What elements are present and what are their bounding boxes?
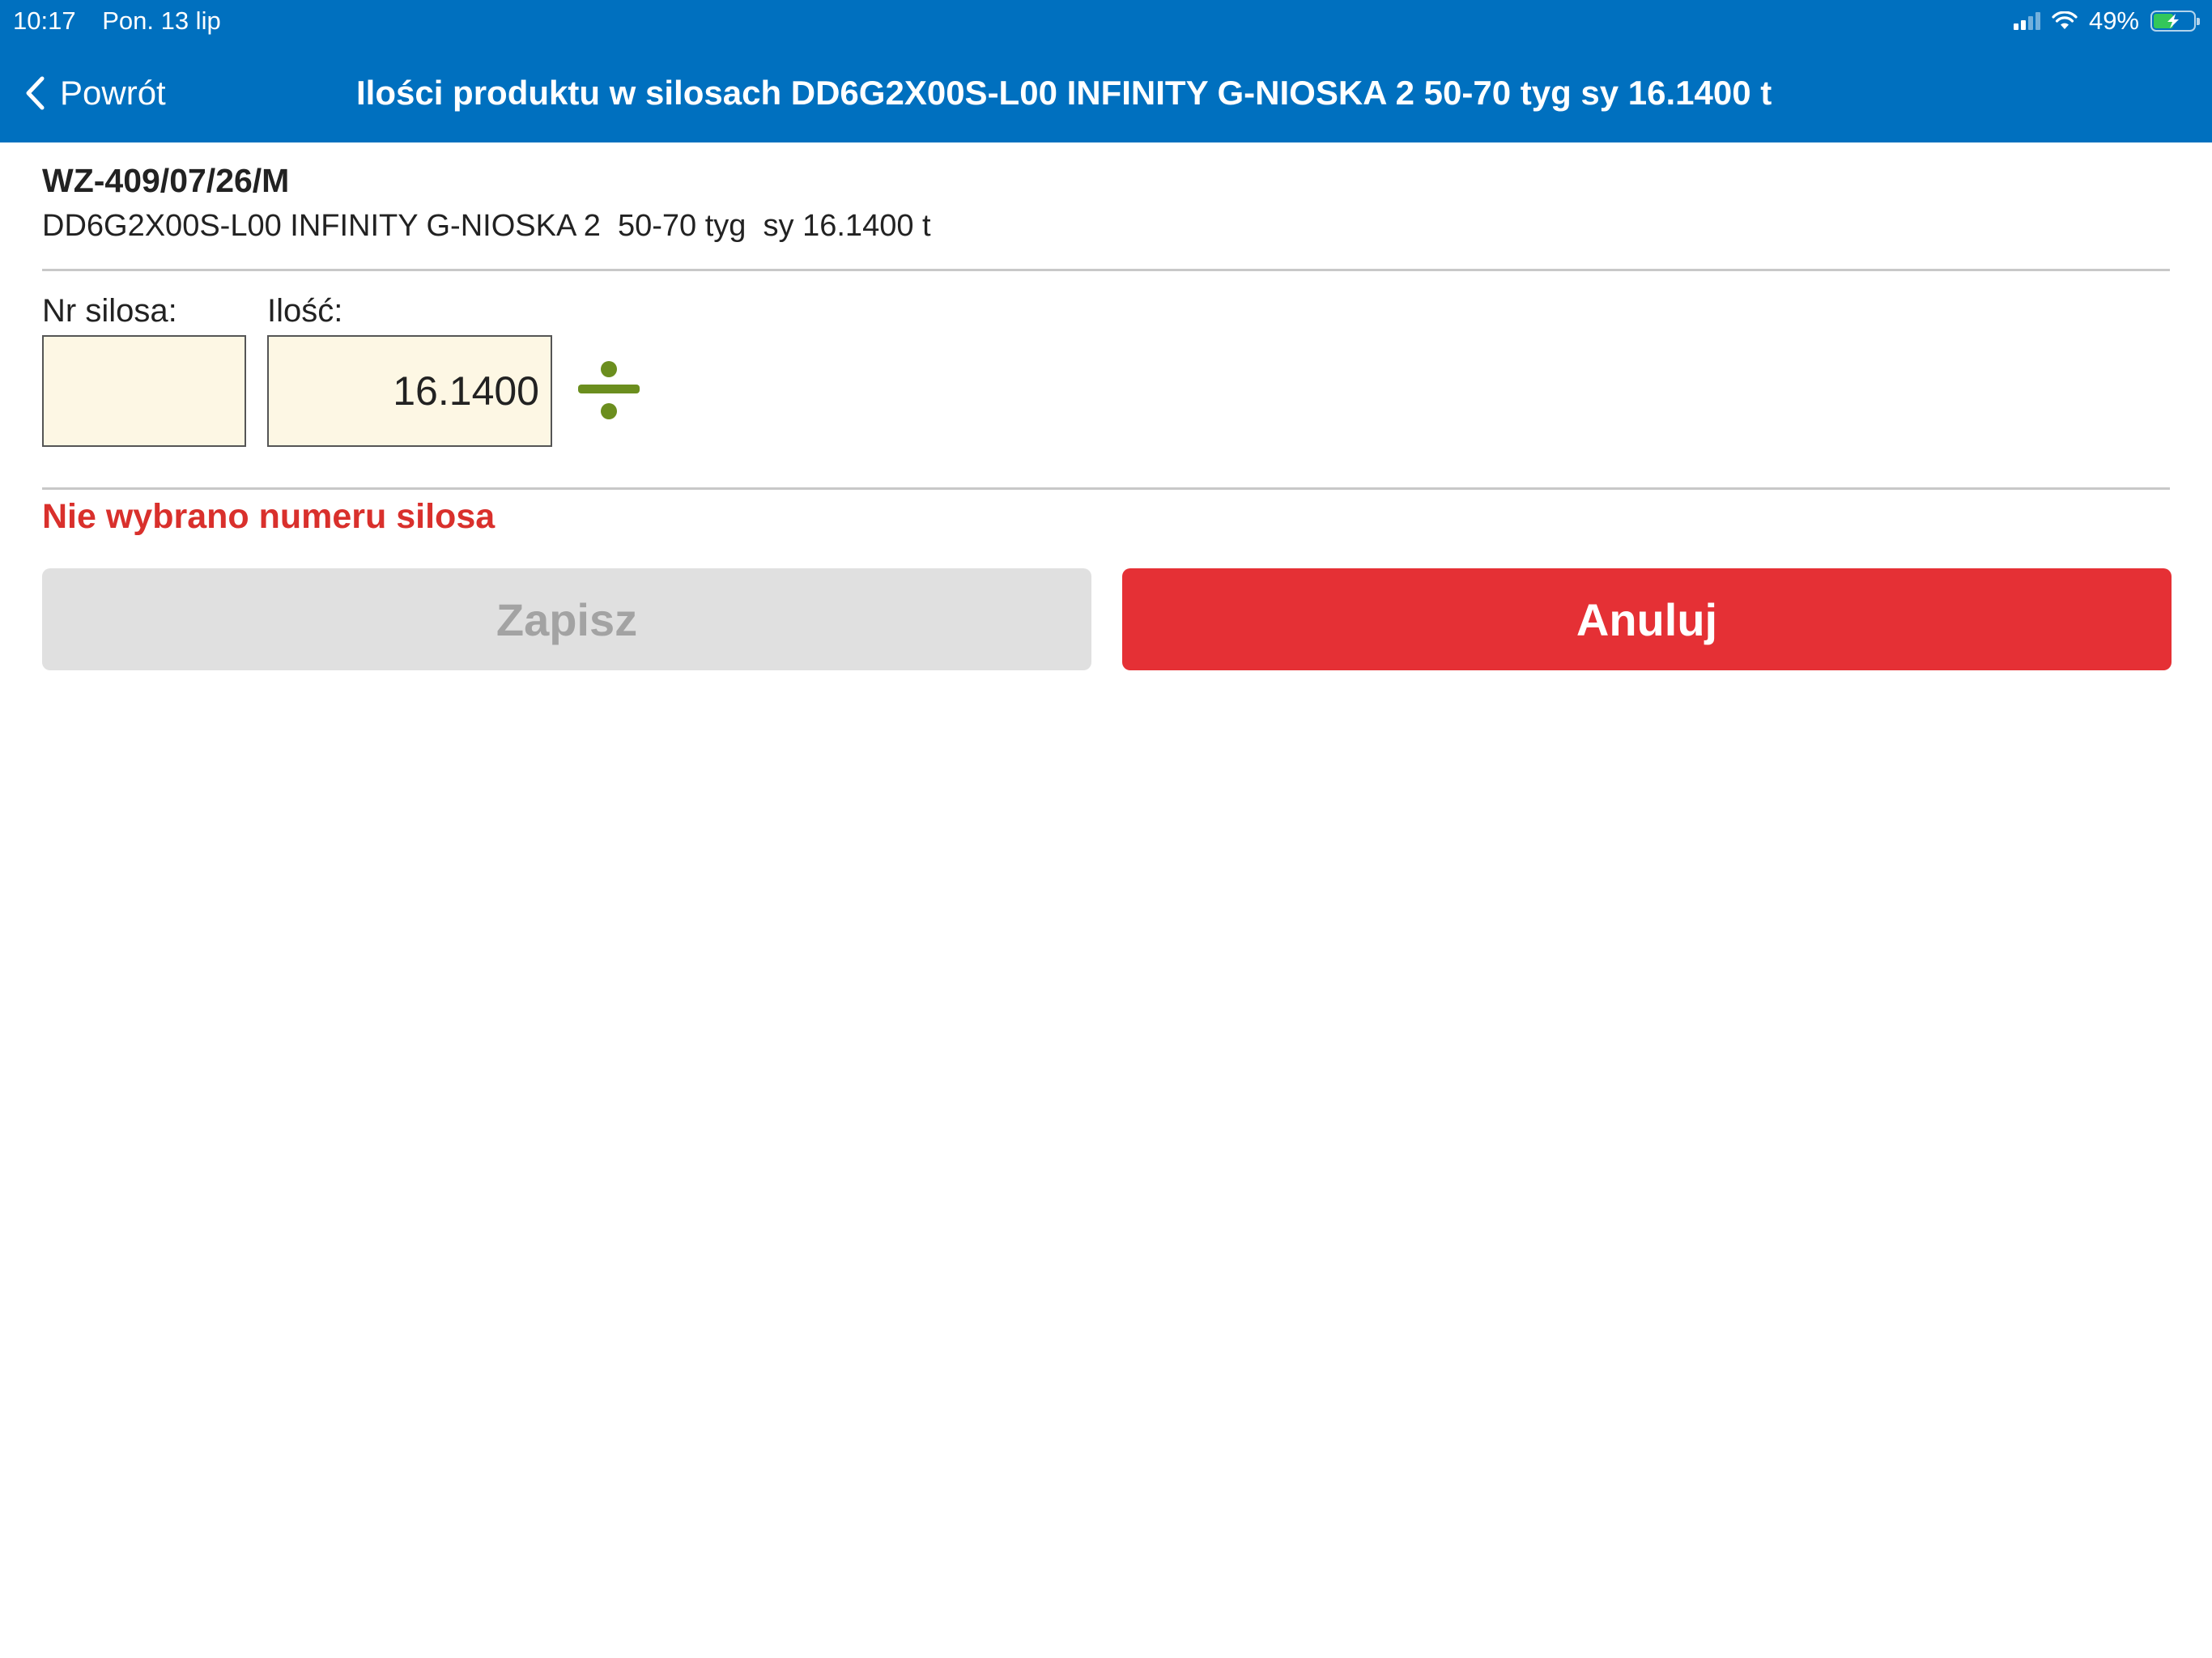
charging-bolt-icon	[2167, 14, 2179, 28]
product-description: DD6G2X00S-L00 INFINITY G-NIOSKA 2 50-70 …	[42, 209, 931, 243]
cellular-signal-icon	[2013, 12, 2040, 30]
top-bar: 10:17 Pon. 13 lip 49% Powrót Ilości prod…	[0, 0, 2212, 142]
status-date: Pon. 13 lip	[102, 6, 221, 35]
back-button[interactable]: Powrót	[24, 69, 166, 117]
divider-top	[42, 269, 2170, 271]
cancel-button[interactable]: Anuluj	[1122, 568, 2172, 670]
document-number: WZ-409/07/26/M	[42, 162, 290, 199]
status-bar-right: 49%	[2013, 5, 2200, 37]
wifi-icon	[2052, 11, 2078, 29]
silo-number-input[interactable]	[42, 335, 246, 447]
status-time: 10:17	[13, 6, 76, 35]
quantity-label: Ilość:	[267, 293, 343, 329]
back-button-label: Powrót	[60, 74, 166, 112]
status-bar-left: 10:17 Pon. 13 lip	[13, 5, 240, 37]
silo-number-label: Nr silosa:	[42, 293, 177, 329]
battery-icon	[2150, 11, 2200, 32]
chevron-left-icon	[26, 76, 45, 110]
battery-percent: 49%	[2088, 6, 2139, 35]
save-button[interactable]: Zapisz	[42, 568, 1091, 670]
quantity-input[interactable]	[267, 335, 552, 447]
divide-icon[interactable]	[576, 356, 641, 421]
page-title: Ilości produktu w silosach DD6G2X00S-L00…	[356, 74, 1772, 112]
error-message: Nie wybrano numeru silosa	[42, 497, 496, 536]
divider-bottom	[42, 487, 2170, 490]
